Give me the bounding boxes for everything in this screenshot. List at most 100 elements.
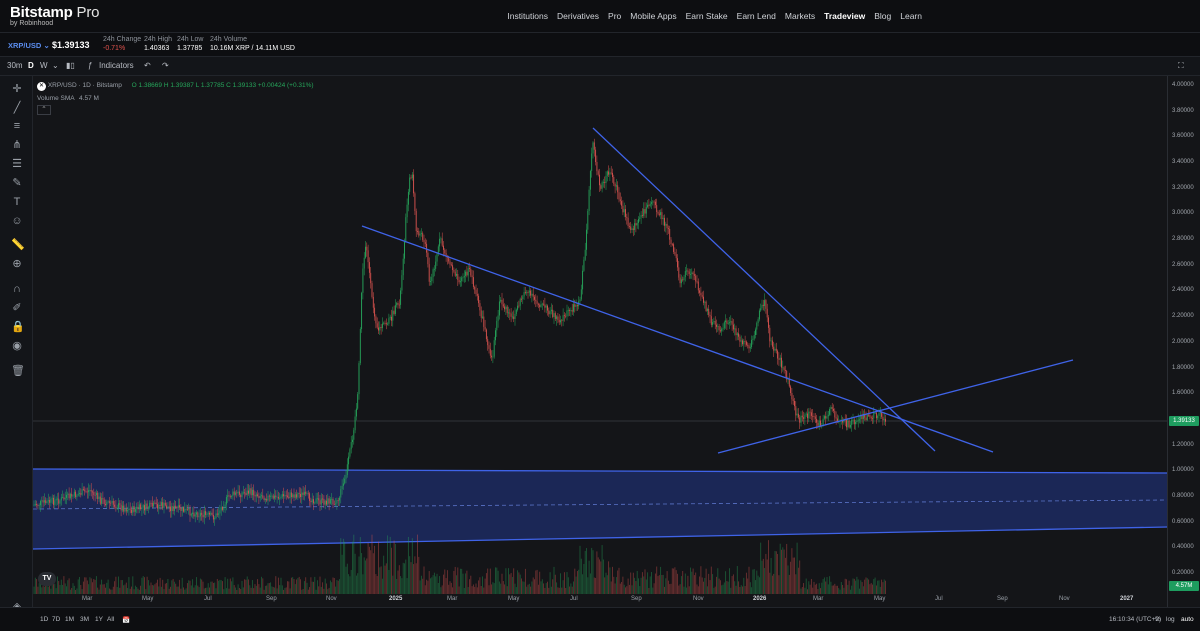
nav-item-blog[interactable]: Blog xyxy=(874,11,891,21)
interval-w[interactable]: W xyxy=(40,61,48,70)
brush-icon[interactable]: ✎ xyxy=(11,177,23,189)
undo-icon[interactable]: ↶ xyxy=(144,61,151,70)
candle xyxy=(697,281,699,291)
interval-30m[interactable]: 30m xyxy=(7,61,23,70)
bottom-bar: 16:10:34 (UTC+2) % log auto 1D 7D 1M 3M 1Y Al… xyxy=(0,607,1200,631)
volume-bar xyxy=(92,582,93,594)
candle-type-icon[interactable]: ▮▯ xyxy=(66,61,75,70)
candle xyxy=(879,412,881,414)
volume-bar xyxy=(602,559,604,594)
eye-icon[interactable]: ◉ xyxy=(11,340,23,352)
nav-item-institutions[interactable]: Institutions xyxy=(507,11,548,21)
pair-selector[interactable]: XRP/USD ⌄ xyxy=(8,41,50,50)
log-toggle[interactable]: log xyxy=(1166,616,1175,623)
indicators-button[interactable]: Indicators xyxy=(99,61,134,70)
lock-drawings-icon[interactable]: ✐ xyxy=(11,302,23,314)
calendar-icon[interactable]: 📅 xyxy=(122,616,130,624)
volume-bar xyxy=(521,578,522,594)
time-axis[interactable]: Mar May Jul Sep Nov 2025 Mar May Jul Sep Nov 2026 Ma… xyxy=(33,595,1167,607)
nav-item-derivatives[interactable]: Derivatives xyxy=(557,11,599,21)
interval-d[interactable]: D xyxy=(28,61,34,70)
candle xyxy=(358,363,360,395)
range-1m[interactable]: 1M xyxy=(65,616,74,623)
redo-icon[interactable]: ↷ xyxy=(162,61,169,70)
collapse-legend-button[interactable]: ⌃ xyxy=(37,105,51,115)
volume-bar xyxy=(792,557,794,594)
volume-bar xyxy=(578,569,580,594)
range-1d[interactable]: 1D xyxy=(40,616,48,623)
range-7d[interactable]: 7D xyxy=(52,616,60,623)
candle xyxy=(605,175,607,183)
bitstamp-logo[interactable]: Bitstamp Pro by Robinhood xyxy=(10,4,99,27)
candle xyxy=(602,181,604,183)
candle xyxy=(171,506,173,512)
range-3m[interactable]: 3M xyxy=(80,616,89,623)
auto-toggle[interactable]: auto xyxy=(1181,616,1194,623)
volume-bar xyxy=(55,588,57,594)
candle xyxy=(869,414,871,417)
volume-bar xyxy=(36,579,38,594)
volume-bar xyxy=(214,582,216,594)
volume-bar xyxy=(453,570,455,594)
percent-toggle[interactable]: % xyxy=(1155,616,1161,623)
nav-item-earn-stake[interactable]: Earn Stake xyxy=(686,11,728,21)
price-axis[interactable]: 1.39133 4.57M 4.00000 3.80000 3.60000 3.400… xyxy=(1167,76,1200,607)
chart-canvas[interactable] xyxy=(33,76,1167,607)
fullscreen-icon[interactable]: ⛶ xyxy=(1178,61,1184,71)
nav-item-pro[interactable]: Pro xyxy=(608,11,621,21)
candle xyxy=(233,491,235,495)
horizontal-lines-icon[interactable]: ≡ xyxy=(11,120,23,132)
ruler-icon[interactable]: 📏 xyxy=(11,239,25,251)
volume-bar xyxy=(146,576,148,594)
emoji-icon[interactable]: ☺ xyxy=(11,215,23,227)
range-all[interactable]: All xyxy=(107,616,114,623)
lock-icon[interactable]: 🔒 xyxy=(11,321,25,333)
trendline-icon[interactable]: ╱ xyxy=(11,102,23,114)
tradingview-logo[interactable]: TV xyxy=(38,572,56,586)
nav-item-markets[interactable]: Markets xyxy=(785,11,815,21)
indicators-icon[interactable]: ƒ xyxy=(88,61,92,70)
zoom-in-icon[interactable]: ⊕ xyxy=(11,258,23,270)
trash-icon[interactable]: 🗑 xyxy=(11,365,25,377)
nav-item-earn-lend[interactable]: Earn Lend xyxy=(737,11,776,21)
candle xyxy=(378,327,379,331)
pitchfork-icon[interactable]: ⋔ xyxy=(11,139,23,151)
candle xyxy=(467,268,469,276)
volume-bar xyxy=(462,573,464,594)
volume-bar xyxy=(319,576,321,594)
volume-bar xyxy=(168,588,170,594)
volume-bar xyxy=(446,570,448,594)
nav-item-learn[interactable]: Learn xyxy=(900,11,922,21)
magnet-icon[interactable]: ∩ xyxy=(11,283,23,295)
volume-bar xyxy=(339,579,340,594)
range-1y[interactable]: 1Y xyxy=(95,616,103,623)
nav-item-mobile-apps[interactable]: Mobile Apps xyxy=(630,11,676,21)
volume-bar xyxy=(436,573,438,594)
volume-bar xyxy=(166,583,168,594)
candle xyxy=(101,498,103,504)
volume-bar xyxy=(716,576,717,594)
candle xyxy=(778,358,780,360)
crosshair-icon[interactable]: ✛ xyxy=(11,83,23,95)
chevron-down-icon[interactable]: ⌄ xyxy=(52,61,59,70)
nav-item-tradeview[interactable]: Tradeview xyxy=(824,11,865,21)
candle xyxy=(592,142,594,154)
candle xyxy=(189,507,191,516)
price-tick: 0.80000 xyxy=(1172,492,1194,499)
candle xyxy=(779,357,781,360)
text-icon[interactable]: T xyxy=(11,196,23,208)
volume-bar xyxy=(534,579,535,594)
fib-icon[interactable]: ☰ xyxy=(11,158,23,170)
volume-bar xyxy=(527,584,529,594)
candle xyxy=(402,258,404,276)
volume-bar xyxy=(579,545,581,594)
candle xyxy=(753,334,755,339)
candle xyxy=(88,490,90,493)
close-icon[interactable]: ✕ xyxy=(37,82,46,91)
volume-bar xyxy=(851,585,853,594)
candle xyxy=(266,498,268,501)
candle xyxy=(582,270,584,290)
candle xyxy=(878,413,880,416)
candle xyxy=(271,495,273,497)
volume-bar xyxy=(840,582,842,594)
